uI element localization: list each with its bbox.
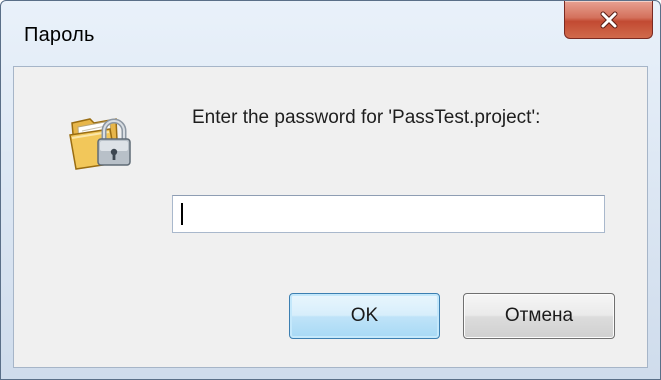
folder-lock-icon	[69, 118, 131, 170]
close-icon	[600, 11, 617, 28]
password-input[interactable]	[172, 195, 605, 233]
password-dialog-window: Пароль Enter the password for 'PassTest.…	[0, 0, 661, 380]
close-button[interactable]	[564, 1, 653, 39]
text-caret	[181, 203, 183, 225]
dialog-body: Enter the password for 'PassTest.project…	[13, 66, 648, 368]
ok-button[interactable]: OK	[289, 293, 440, 339]
cancel-button[interactable]: Отмена	[463, 293, 615, 339]
window-title: Пароль	[24, 24, 95, 46]
password-prompt-label: Enter the password for 'PassTest.project…	[192, 107, 541, 128]
title-bar[interactable]: Пароль	[1, 1, 660, 67]
